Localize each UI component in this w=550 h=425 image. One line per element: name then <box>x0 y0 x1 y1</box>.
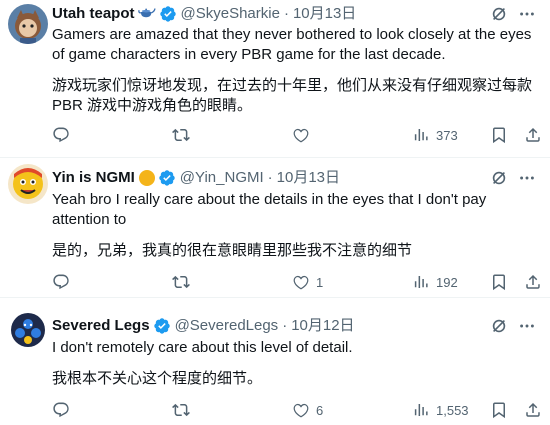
heart-icon <box>293 403 309 418</box>
tweet-text-zh: 我根本不关心这个程度的细节。 <box>52 370 263 387</box>
avatar[interactable] <box>8 4 48 44</box>
bookmark-icon[interactable] <box>490 273 508 296</box>
tweet-text: I don't remotely care about this level o… <box>52 338 538 389</box>
more-options-icon[interactable] <box>518 169 536 187</box>
retweet-button[interactable] <box>172 401 242 419</box>
like-count: 6 <box>316 402 324 418</box>
tweet-1[interactable]: Utah teapot @SkyeSharkie · 10月13日 Gamers… <box>0 0 550 157</box>
view-count: 373 <box>436 127 458 143</box>
analytics-icon <box>414 404 428 416</box>
like-button[interactable] <box>292 126 362 144</box>
heart-icon <box>293 275 309 290</box>
author-handle[interactable]: @SkyeSharkie <box>181 4 280 24</box>
author-name[interactable]: Yin is NGMI <box>52 168 135 188</box>
reply-button[interactable] <box>52 126 122 144</box>
tweet-2[interactable]: Yin is NGMI @Yin_NGMI · 10月13日 Yeah bro … <box>0 158 550 297</box>
verified-badge-icon <box>158 169 176 187</box>
view-count: 1,553 <box>436 402 469 418</box>
separator-dot: · <box>283 5 289 22</box>
reply-icon <box>53 127 69 143</box>
grok-icon[interactable] <box>490 317 508 335</box>
reply-icon <box>53 402 69 418</box>
avatar[interactable] <box>8 164 48 204</box>
tweet-3[interactable]: Severed Legs @SeveredLegs · 10月12日 I don… <box>0 298 550 425</box>
share-icon[interactable] <box>524 126 542 149</box>
more-options-icon[interactable] <box>518 5 536 23</box>
retweet-icon <box>172 128 190 142</box>
tweet-text: Yeah bro I really care about the details… <box>52 190 538 261</box>
like-button[interactable]: 6 <box>292 401 362 419</box>
views-button[interactable]: 373 <box>412 126 482 144</box>
views-button[interactable]: 1,553 <box>412 401 482 419</box>
retweet-icon <box>172 403 190 417</box>
tweet-text-en: Gamers are amazed that they never bother… <box>52 26 532 63</box>
reply-button[interactable] <box>52 401 122 419</box>
tweet-text-en: Yeah bro I really care about the details… <box>52 191 487 228</box>
retweet-icon <box>172 275 190 289</box>
tweet-date[interactable]: 10月13日 <box>277 168 340 188</box>
like-button[interactable]: 1 <box>292 273 362 291</box>
author-name[interactable]: Severed Legs <box>52 316 150 336</box>
bookmark-icon[interactable] <box>490 126 508 149</box>
tweet-text-zh: 是的，兄弟，我真的很在意眼睛里那些我不注意的细节 <box>52 242 413 259</box>
tweet-date[interactable]: 10月12日 <box>291 316 354 336</box>
tweet-text: Gamers are amazed that they never bother… <box>52 25 538 116</box>
tweet-text-zh: 游戏玩家们惊讶地发现，在过去的十年里，他们从来没有仔细观察过每款 PBR 游戏中… <box>52 77 533 114</box>
tweet-date[interactable]: 10月13日 <box>293 4 356 24</box>
grok-icon[interactable] <box>490 169 508 187</box>
share-icon[interactable] <box>524 273 542 296</box>
author-name[interactable]: Utah teapot <box>52 4 135 24</box>
author-handle[interactable]: @SeveredLegs <box>175 316 279 336</box>
verified-badge-icon <box>159 5 177 23</box>
share-icon[interactable] <box>524 401 542 424</box>
more-options-icon[interactable] <box>518 317 536 335</box>
avatar[interactable] <box>8 310 48 350</box>
analytics-icon <box>414 129 428 141</box>
author-handle[interactable]: @Yin_NGMI <box>180 168 264 188</box>
views-button[interactable]: 192 <box>412 273 482 291</box>
separator-dot: · <box>282 317 288 334</box>
reply-icon <box>53 274 69 290</box>
tweet-text-en: I don't remotely care about this level o… <box>52 339 353 356</box>
analytics-icon <box>414 276 428 288</box>
bookmark-icon[interactable] <box>490 401 508 424</box>
teapot-icon <box>137 4 156 24</box>
sun-emoji-icon <box>138 170 155 186</box>
separator-dot: · <box>267 169 273 186</box>
heart-icon <box>293 128 309 143</box>
reply-button[interactable] <box>52 273 122 291</box>
grok-icon[interactable] <box>490 5 508 23</box>
view-count: 192 <box>436 274 458 290</box>
like-count: 1 <box>316 274 324 290</box>
retweet-button[interactable] <box>172 273 242 291</box>
verified-badge-icon <box>153 317 171 335</box>
retweet-button[interactable] <box>172 126 242 144</box>
